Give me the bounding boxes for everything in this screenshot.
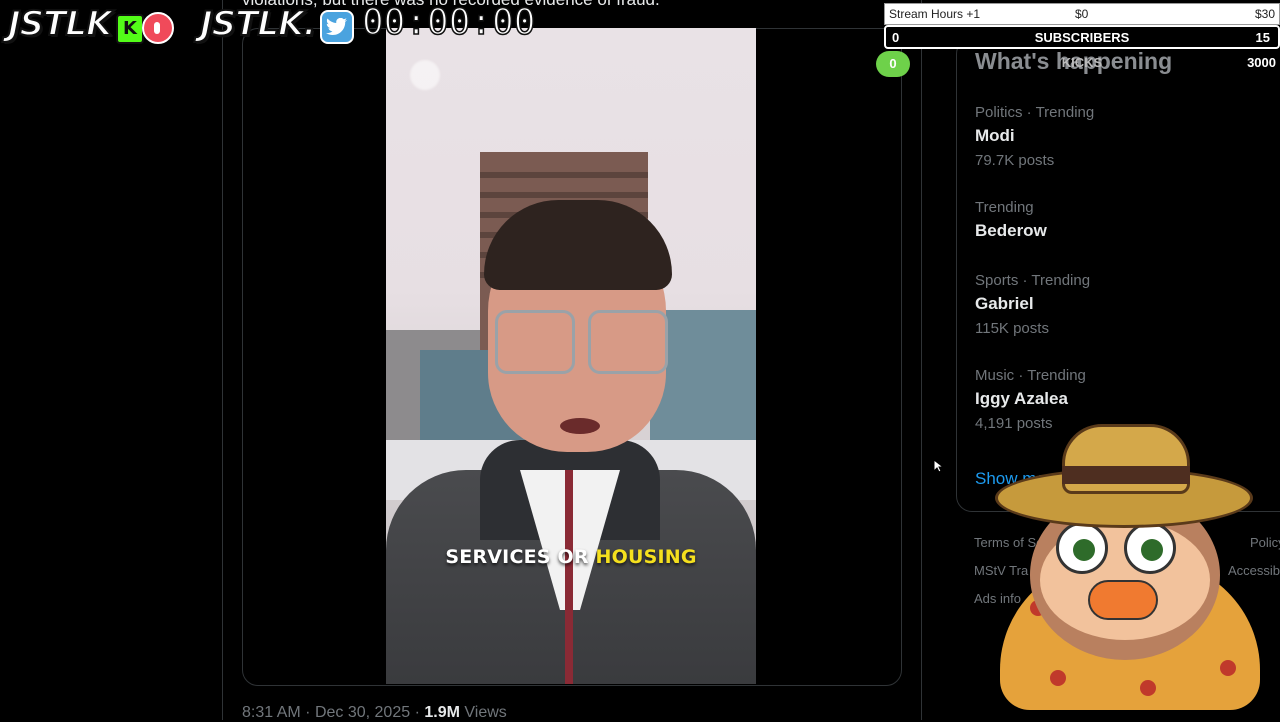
subs-goal: 15 — [1255, 30, 1270, 45]
trend-count: 79.7K posts — [975, 152, 1055, 169]
kicks-bar: KICKS 3000 — [884, 51, 1280, 75]
mouse-cursor-icon — [933, 459, 943, 473]
trend-item[interactable]: Politics · Trending Modi 79.7K posts — [975, 104, 1094, 169]
tweet-time[interactable]: 8:31 AM — [242, 704, 301, 721]
caption-text: SERVICES OR — [445, 546, 589, 568]
glasses-right — [588, 310, 668, 374]
trend-name: Modi — [975, 126, 1015, 145]
tweet-date[interactable]: Dec 30, 2025 — [315, 704, 410, 721]
kicks-label: KICKS — [1061, 55, 1103, 70]
trend-count: 115K posts — [975, 320, 1049, 337]
mascot-eye-right — [1124, 522, 1176, 574]
mascot-beak — [1088, 580, 1158, 620]
stream-timer: 00:00:00 — [361, 1, 536, 44]
channel-logo-kick: JSTLK — [7, 3, 113, 45]
person-zipper — [565, 470, 573, 684]
subs-label: SUBSCRIBERS — [1034, 30, 1130, 45]
channel-logo-twitter: JSTLK. — [199, 3, 317, 45]
stream-hours-bar: Stream Hours +1 $0 $30 — [884, 3, 1280, 25]
views-label: Views — [464, 704, 507, 721]
trend-name: Bederow — [975, 221, 1047, 240]
glasses-left — [495, 310, 575, 374]
caption-highlight: HOUSING — [595, 546, 697, 568]
money-current: $0 — [1075, 7, 1089, 21]
separator: · — [414, 704, 420, 721]
kicks-current-pill: 0 — [876, 51, 910, 77]
trend-item[interactable]: Trending Bederow — [975, 199, 1047, 241]
kicks-goal: 3000 — [1247, 55, 1276, 70]
footer-policy-link[interactable]: Policy — [1250, 535, 1280, 550]
trend-item[interactable]: Sports · Trending Gabriel 115K posts — [975, 272, 1090, 337]
trend-name: Gabriel — [975, 294, 1034, 313]
kick-icon: K — [116, 14, 144, 44]
video-reflection — [410, 60, 440, 90]
stream-hours-label: Stream Hours +1 — [889, 7, 981, 21]
footer-accessibility-link[interactable]: Accessib — [1228, 563, 1280, 578]
money-goal: $30 — [1254, 7, 1275, 21]
trend-category: Trending — [975, 199, 1034, 216]
trend-category: Sports · Trending — [975, 272, 1091, 289]
tweet-timestamp: 8:31 AM · Dec 30, 2025 · 1.9M Views — [242, 704, 507, 722]
separator: · — [305, 704, 311, 721]
record-icon — [142, 12, 174, 44]
trend-category: Politics · Trending — [975, 104, 1095, 121]
footer-ads-link[interactable]: Ads info — [974, 591, 1021, 606]
footer-terms-link[interactable]: Terms of Se — [974, 535, 1043, 550]
subscribers-bar: 0 SUBSCRIBERS 15 — [884, 25, 1280, 49]
trend-item[interactable]: Music · Trending Iggy Azalea 4,191 posts — [975, 367, 1086, 432]
twitter-bird-icon — [320, 10, 354, 44]
video-caption: SERVICES OR HOUSING — [386, 546, 756, 568]
trend-count: 4,191 posts — [975, 415, 1053, 432]
mascot-eye-left — [1056, 522, 1108, 574]
mascot-hat-band — [1062, 466, 1190, 484]
person-mouth — [560, 418, 600, 434]
views-count: 1.9M — [424, 704, 460, 721]
trend-name: Iggy Azalea — [975, 389, 1068, 408]
trend-category: Music · Trending — [975, 367, 1086, 384]
footer-mstv-link[interactable]: MStV Tra — [974, 563, 1028, 578]
